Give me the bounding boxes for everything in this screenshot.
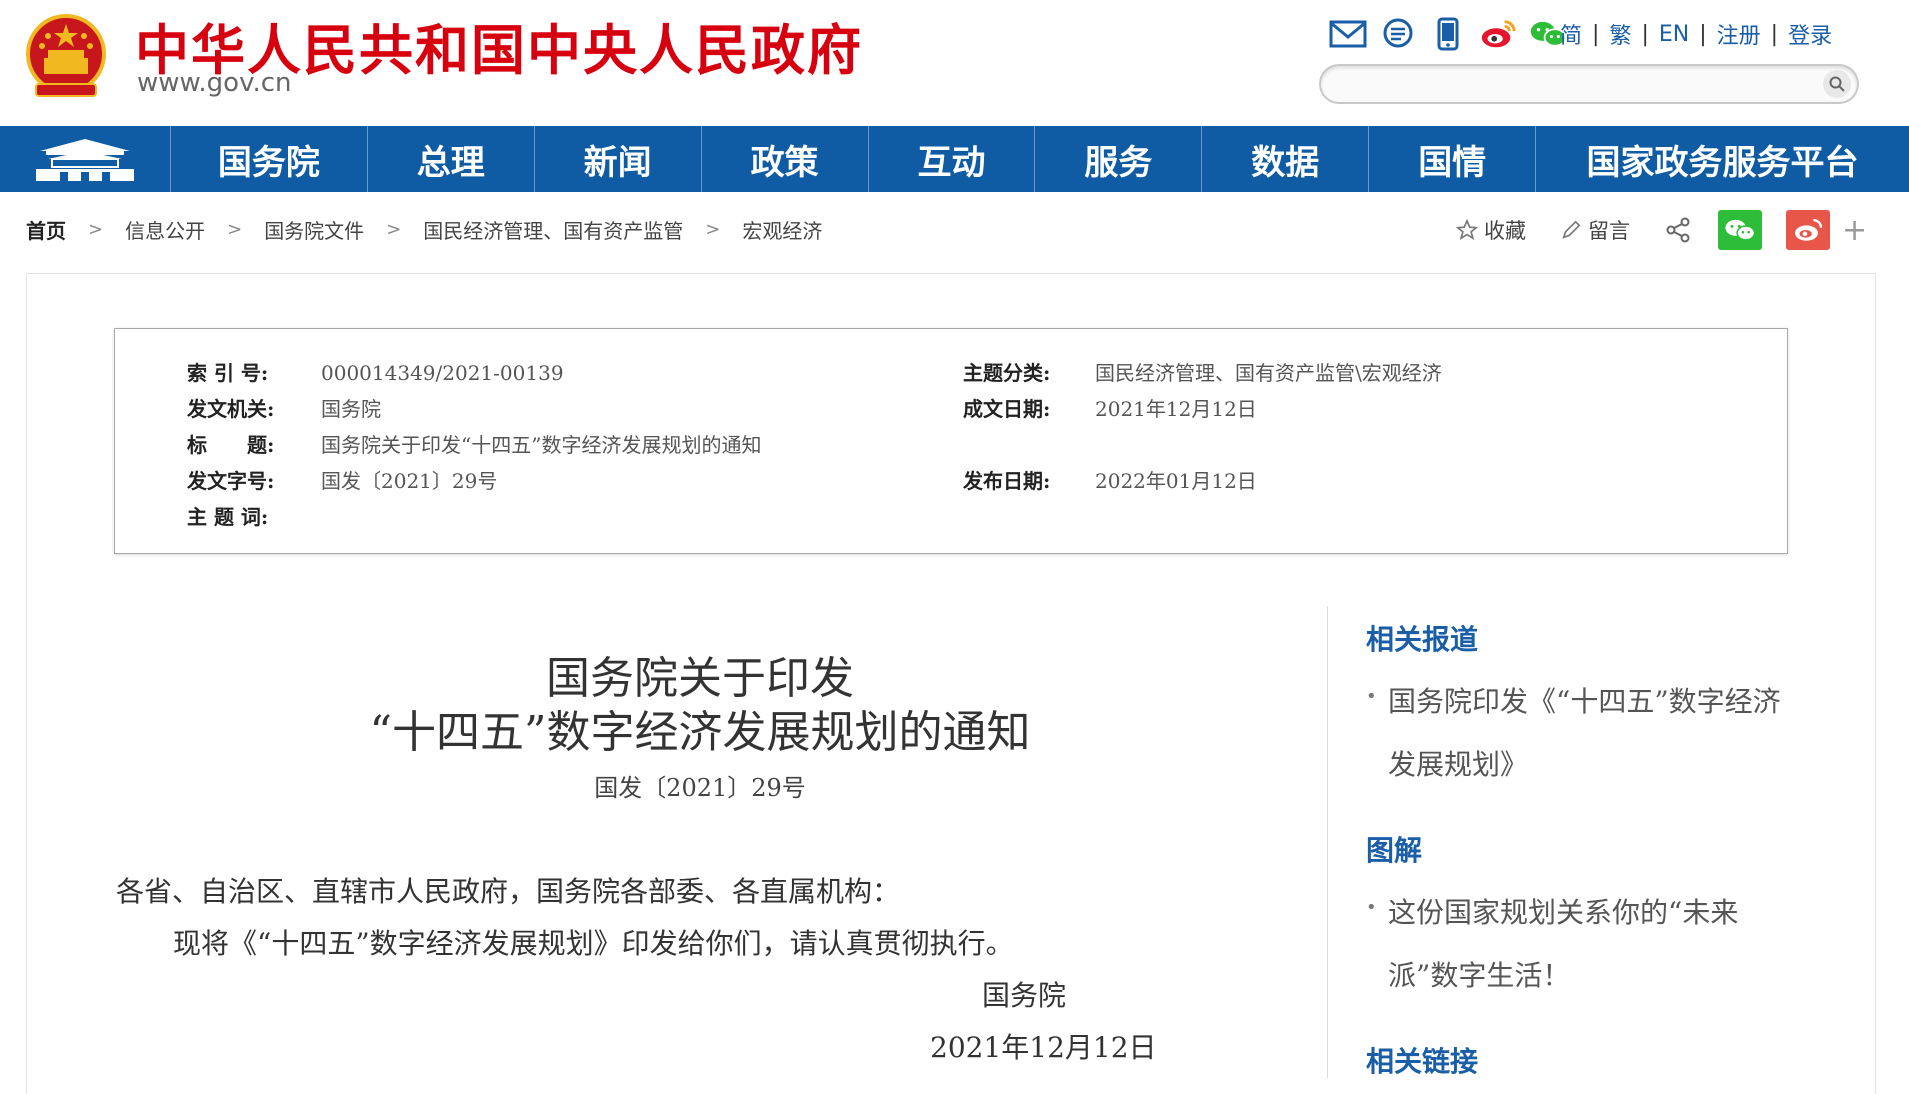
meta-keywords-label: 主 题 词: [187, 505, 269, 529]
related-report-link[interactable]: 国务院印发《“十四五”数字经济发展规划》 [1388, 670, 1788, 796]
article-paragraph: 现将《“十四五”数字经济发展规划》印发给你们，请认真贯彻执行。 [173, 927, 1014, 960]
favorite-label: 收藏 [1484, 219, 1526, 243]
nav-item-premier[interactable]: 总理 [368, 126, 535, 192]
login-link[interactable]: 登录 [1788, 18, 1832, 50]
search-icon[interactable] [1823, 70, 1851, 98]
meta-keywords-row: 主 题 词: [187, 501, 321, 530]
meta-written-label: 成文日期: [963, 397, 1051, 421]
breadcrumb-info-disclosure[interactable]: 信息公开 [125, 215, 205, 244]
separator: | [1641, 21, 1649, 47]
mail-icon[interactable] [1329, 15, 1367, 53]
related-links-heading: 相关链接 [1366, 1045, 1479, 1078]
chevron-right-icon: > [227, 219, 243, 240]
meta-category-row: 主题分类: 国民经济管理、国有资产监管\宏观经济 [963, 357, 1442, 386]
lang-english-link[interactable]: EN [1659, 22, 1689, 47]
bullet-icon: • [1366, 686, 1377, 707]
breadcrumb-home[interactable]: 首页 [26, 215, 66, 244]
search-input[interactable] [1339, 70, 1813, 98]
nav-item-policy[interactable]: 政策 [702, 126, 869, 192]
main-nav: 国务院 总理 新闻 政策 互动 服务 数据 国情 国家政务服务平台 [0, 126, 1909, 192]
meta-title-row: 标 题: 国务院关于印发“十四五”数字经济发展规划的通知 [187, 429, 761, 458]
separator: | [1592, 21, 1600, 47]
article-signature: 国务院 [982, 979, 1067, 1012]
lang-simplified-link[interactable]: 简 [1560, 18, 1582, 50]
separator: | [1699, 21, 1707, 47]
more-share-button[interactable]: + [1842, 213, 1867, 248]
separator: | [1770, 21, 1779, 47]
top-icon-bar [1329, 14, 1567, 54]
breadcrumb: 首页 > 信息公开 > 国务院文件 > 国民经济管理、国有资产监管 > 宏观经济 [26, 215, 822, 244]
article-date: 2021年12月12日 [930, 1031, 1157, 1064]
article-salutation: 各省、自治区、直辖市人民政府，国务院各部委、各直属机构： [116, 875, 901, 908]
meta-written-value: 2021年12月12日 [1095, 397, 1257, 421]
nav-item-data[interactable]: 数据 [1202, 126, 1370, 192]
national-emblem-logo[interactable] [26, 14, 106, 100]
meta-category-value: 国民经济管理、国有资产监管\宏观经济 [1095, 361, 1442, 385]
meta-title-value: 国务院关于印发“十四五”数字经济发展规划的通知 [321, 433, 762, 457]
meta-issuer-value: 国务院 [321, 397, 381, 421]
nav-item-national-info[interactable]: 国情 [1369, 126, 1537, 192]
breadcrumb-macro-economy[interactable]: 宏观经济 [742, 215, 822, 244]
article-doc-number: 国发〔2021〕29号 [594, 774, 806, 802]
sidebar-divider [1327, 606, 1328, 1078]
meta-published-value: 2022年01月12日 [1095, 469, 1257, 493]
meta-title-label: 标 题: [187, 433, 275, 457]
meta-written-date-row: 成文日期: 2021年12月12日 [963, 393, 1257, 422]
lang-traditional-link[interactable]: 繁 [1609, 18, 1631, 50]
meta-issuer-row: 发文机关: 国务院 [187, 393, 381, 422]
article-title: 国务院关于印发 “十四五”数字经济发展规划的通知 [330, 652, 1070, 760]
nav-item-service-platform[interactable]: 国家政务服务平台 [1536, 126, 1909, 192]
meta-issuer-label: 发文机关: [187, 397, 275, 421]
nav-item-state-council[interactable]: 国务院 [171, 126, 368, 192]
related-reports-heading: 相关报道 [1366, 623, 1479, 656]
comment-button[interactable]: 留言 [1560, 215, 1630, 245]
wechat-share-button[interactable] [1718, 210, 1762, 250]
message-icon[interactable] [1379, 15, 1417, 53]
meta-index-row: 索 引 号: 000014349/2021-00139 [187, 357, 564, 386]
breadcrumb-council-documents[interactable]: 国务院文件 [264, 215, 364, 244]
chevron-right-icon: > [386, 219, 402, 240]
article-title-line2: “十四五”数字经济发展规划的通知 [369, 707, 1031, 758]
comment-label: 留言 [1588, 219, 1630, 243]
meta-published-date-row: 发布日期: 2022年01月12日 [963, 465, 1257, 494]
meta-index-label: 索 引 号: [187, 361, 269, 385]
chevron-right-icon: > [705, 219, 721, 240]
weibo-icon[interactable] [1479, 15, 1517, 53]
article-title-line1: 国务院关于印发 [546, 653, 854, 704]
chevron-right-icon: > [88, 219, 104, 240]
meta-docno-row: 发文字号: 国发〔2021〕29号 [187, 465, 497, 494]
tiananmen-logo-icon[interactable] [0, 126, 171, 192]
favorite-button[interactable]: 收藏 [1456, 215, 1526, 245]
meta-category-label: 主题分类: [963, 361, 1051, 385]
site-domain: www.gov.cn [137, 68, 292, 98]
nav-item-news[interactable]: 新闻 [535, 126, 702, 192]
register-link[interactable]: 注册 [1717, 18, 1761, 50]
share-icon[interactable] [1664, 216, 1692, 244]
mobile-icon[interactable] [1429, 15, 1467, 53]
document-meta-box: 索 引 号: 000014349/2021-00139 发文机关: 国务院 标 题:… [114, 328, 1788, 554]
meta-docno-value: 国发〔2021〕29号 [321, 469, 498, 493]
bullet-icon: • [1366, 897, 1377, 918]
nav-item-services[interactable]: 服务 [1035, 126, 1203, 192]
weibo-share-button[interactable] [1786, 210, 1830, 250]
star-icon [1456, 219, 1478, 241]
site-header: 中华人民共和国中央人民政府 www.gov.cn 简 | 繁 | EN | 注册… [0, 0, 1909, 126]
graphics-link[interactable]: 这份国家规划关系你的“未来派”数字生活！ [1388, 881, 1788, 1007]
pencil-icon [1562, 220, 1581, 239]
breadcrumb-economy-management[interactable]: 国民经济管理、国有资产监管 [423, 215, 683, 244]
top-links: 简 | 繁 | EN | 注册 | 登录 [1560, 18, 1832, 50]
meta-published-label: 发布日期: [963, 469, 1051, 493]
graphics-heading: 图解 [1366, 834, 1423, 867]
share-tools: 收藏 留言 + [1456, 210, 1867, 250]
nav-item-interaction[interactable]: 互动 [869, 126, 1036, 192]
search-box [1319, 64, 1859, 104]
meta-docno-label: 发文字号: [187, 469, 275, 493]
meta-index-value: 000014349/2021-00139 [321, 361, 564, 385]
